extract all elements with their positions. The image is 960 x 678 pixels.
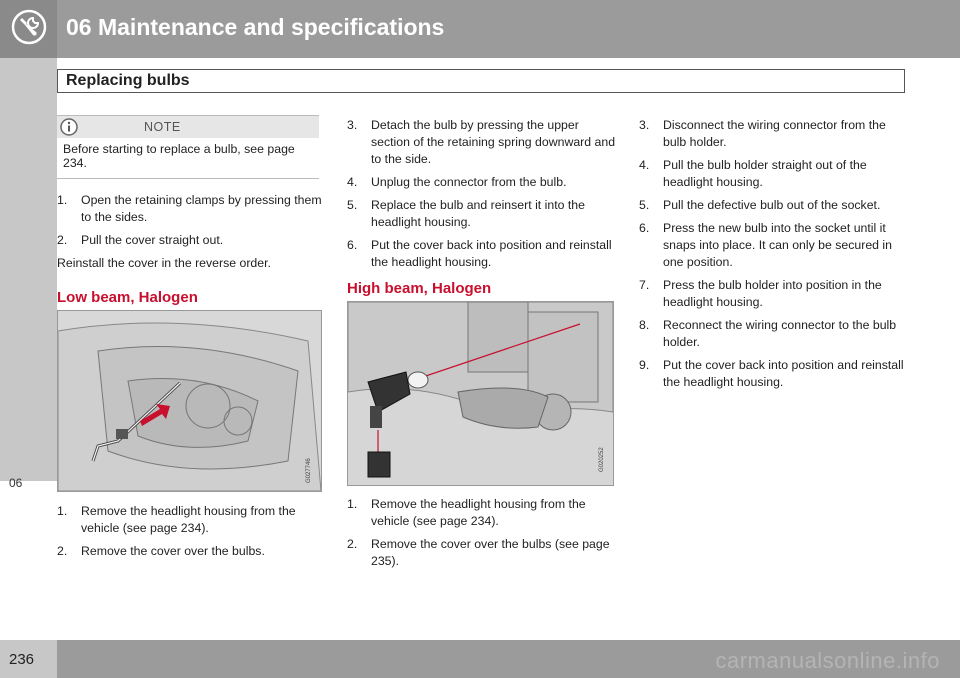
list-item: 2. Remove the cover over the bulbs (see p… — [347, 536, 617, 570]
step-text: Reconnect the wiring connector to the bu… — [663, 318, 897, 349]
step-text: Detach the bulb by pressing the upper se… — [371, 118, 616, 166]
step-text: Pull the defective bulb out of the socke… — [663, 198, 881, 212]
step-text: Replace the bulb and reinsert it into th… — [371, 198, 585, 229]
step-text: Open the retaining clamps by pressing th… — [81, 193, 322, 224]
side-tab-label: 06 — [9, 476, 23, 490]
step-text: Disconnect the wiring connector from the… — [663, 118, 886, 149]
step-number: 7. — [639, 278, 650, 292]
list-item: 5. Replace the bulb and reinsert it into … — [347, 197, 617, 231]
section-title: Replacing bulbs — [66, 72, 190, 89]
page-footer: 236 carmanualsonline.info — [0, 640, 960, 678]
note-box: NOTE Before starting to replace a bulb, … — [57, 115, 319, 179]
step-number: 5. — [347, 198, 358, 212]
step-number: 3. — [639, 118, 650, 132]
step-text: Pull the cover straight out. — [81, 233, 224, 247]
chapter-title: 06 Maintenance and specifications — [66, 14, 445, 40]
low-beam-steps-continued: 3. Detach the bulb by pressing the upper … — [347, 117, 617, 271]
column-1-intro: 1. Open the retaining clamps by pressing … — [57, 192, 327, 272]
column-2-high-beam-steps: 1. Remove the headlight housing from the … — [347, 496, 617, 576]
high-beam-illustration: G020252 — [347, 301, 614, 486]
cover-steps: 1. Open the retaining clamps by pressing … — [57, 192, 327, 249]
high-beam-heading: High beam, Halogen — [347, 280, 492, 297]
page-number: 236 — [9, 651, 35, 668]
step-text: Remove the cover over the bulbs (see pag… — [371, 537, 610, 568]
step-number: 6. — [347, 238, 358, 252]
step-number: 2. — [57, 233, 68, 247]
note-text: Before starting to replace a bulb, see p… — [63, 142, 295, 170]
step-number: 3. — [347, 118, 358, 132]
info-icon — [60, 118, 78, 136]
step-text: Press the new bulb into the socket until… — [663, 221, 892, 269]
list-item: 7. Press the bulb holder into position in… — [639, 277, 909, 311]
step-text: Pull the bulb holder straight out of the… — [663, 158, 867, 189]
list-item: 8. Reconnect the wiring connector to the … — [639, 317, 909, 351]
step-text: Press the bulb holder into position in t… — [663, 278, 882, 309]
low-beam-heading: Low beam, Halogen — [57, 289, 198, 306]
step-text: Remove the headlight housing from the ve… — [371, 497, 586, 528]
chapter-header: 06 Maintenance and specifications — [0, 0, 960, 58]
section-title-box: Replacing bulbs — [57, 69, 905, 93]
step-number: 1. — [57, 504, 68, 518]
wrench-gear-icon — [11, 9, 47, 45]
step-number: 2. — [57, 544, 68, 558]
step-text: Remove the cover over the bulbs. — [81, 544, 265, 558]
headlight-high-beam-drawing — [348, 302, 613, 485]
list-item: 2. Remove the cover over the bulbs. — [57, 543, 327, 560]
low-beam-steps: 1. Remove the headlight housing from the … — [57, 503, 327, 560]
step-number: 6. — [639, 221, 650, 235]
list-item: 9. Put the cover back into position and r… — [639, 357, 909, 391]
high-beam-steps-continued: 3. Disconnect the wiring connector from t… — [639, 117, 909, 391]
list-item: 1. Remove the headlight housing from the … — [57, 503, 327, 537]
step-text: Remove the headlight housing from the ve… — [81, 504, 296, 535]
step-number: 5. — [639, 198, 650, 212]
list-item: 1. Remove the headlight housing from the … — [347, 496, 617, 530]
note-label: NOTE — [144, 120, 181, 134]
list-item: 6. Press the new bulb into the socket unt… — [639, 220, 909, 271]
list-item: 1. Open the retaining clamps by pressing … — [57, 192, 327, 226]
column-2-steps: 3. Detach the bulb by pressing the upper … — [347, 117, 617, 277]
watermark: carmanualsonline.info — [715, 648, 940, 673]
list-item: 3. Disconnect the wiring connector from t… — [639, 117, 909, 151]
step-text: Put the cover back into position and rei… — [371, 238, 612, 269]
reinstall-text: Reinstall the cover in the reverse order… — [57, 256, 271, 270]
list-item: 2. Pull the cover straight out. — [57, 232, 327, 249]
step-text: Put the cover back into position and rei… — [663, 358, 904, 389]
step-number: 2. — [347, 537, 358, 551]
low-beam-illustration: G027746 — [57, 310, 322, 492]
step-number: 4. — [639, 158, 650, 172]
figure-code: G020252 — [599, 447, 605, 472]
headlight-low-beam-drawing — [58, 311, 321, 491]
page-number-box: 236 — [0, 640, 57, 678]
step-number: 8. — [639, 318, 650, 332]
list-item: 4. Unplug the connector from the bulb. — [347, 174, 617, 191]
note-header: NOTE — [57, 116, 319, 138]
high-beam-steps: 1. Remove the headlight housing from the … — [347, 496, 617, 570]
list-item: 3. Detach the bulb by pressing the upper … — [347, 117, 617, 168]
chapter-side-tab: 06 — [0, 58, 57, 490]
step-text: Unplug the connector from the bulb. — [371, 175, 567, 189]
column-1-low-beam-steps: 1. Remove the headlight housing from the … — [57, 503, 327, 566]
column-3-steps: 3. Disconnect the wiring connector from t… — [639, 117, 909, 397]
step-number: 4. — [347, 175, 358, 189]
step-number: 9. — [639, 358, 650, 372]
figure-code: G027746 — [306, 458, 312, 483]
chapter-icon-box — [0, 0, 57, 58]
list-item: 5. Pull the defective bulb out of the soc… — [639, 197, 909, 214]
list-item: 6. Put the cover back into position and r… — [347, 237, 617, 271]
step-number: 1. — [347, 497, 358, 511]
list-item: 4. Pull the bulb holder straight out of t… — [639, 157, 909, 191]
step-number: 1. — [57, 193, 68, 207]
